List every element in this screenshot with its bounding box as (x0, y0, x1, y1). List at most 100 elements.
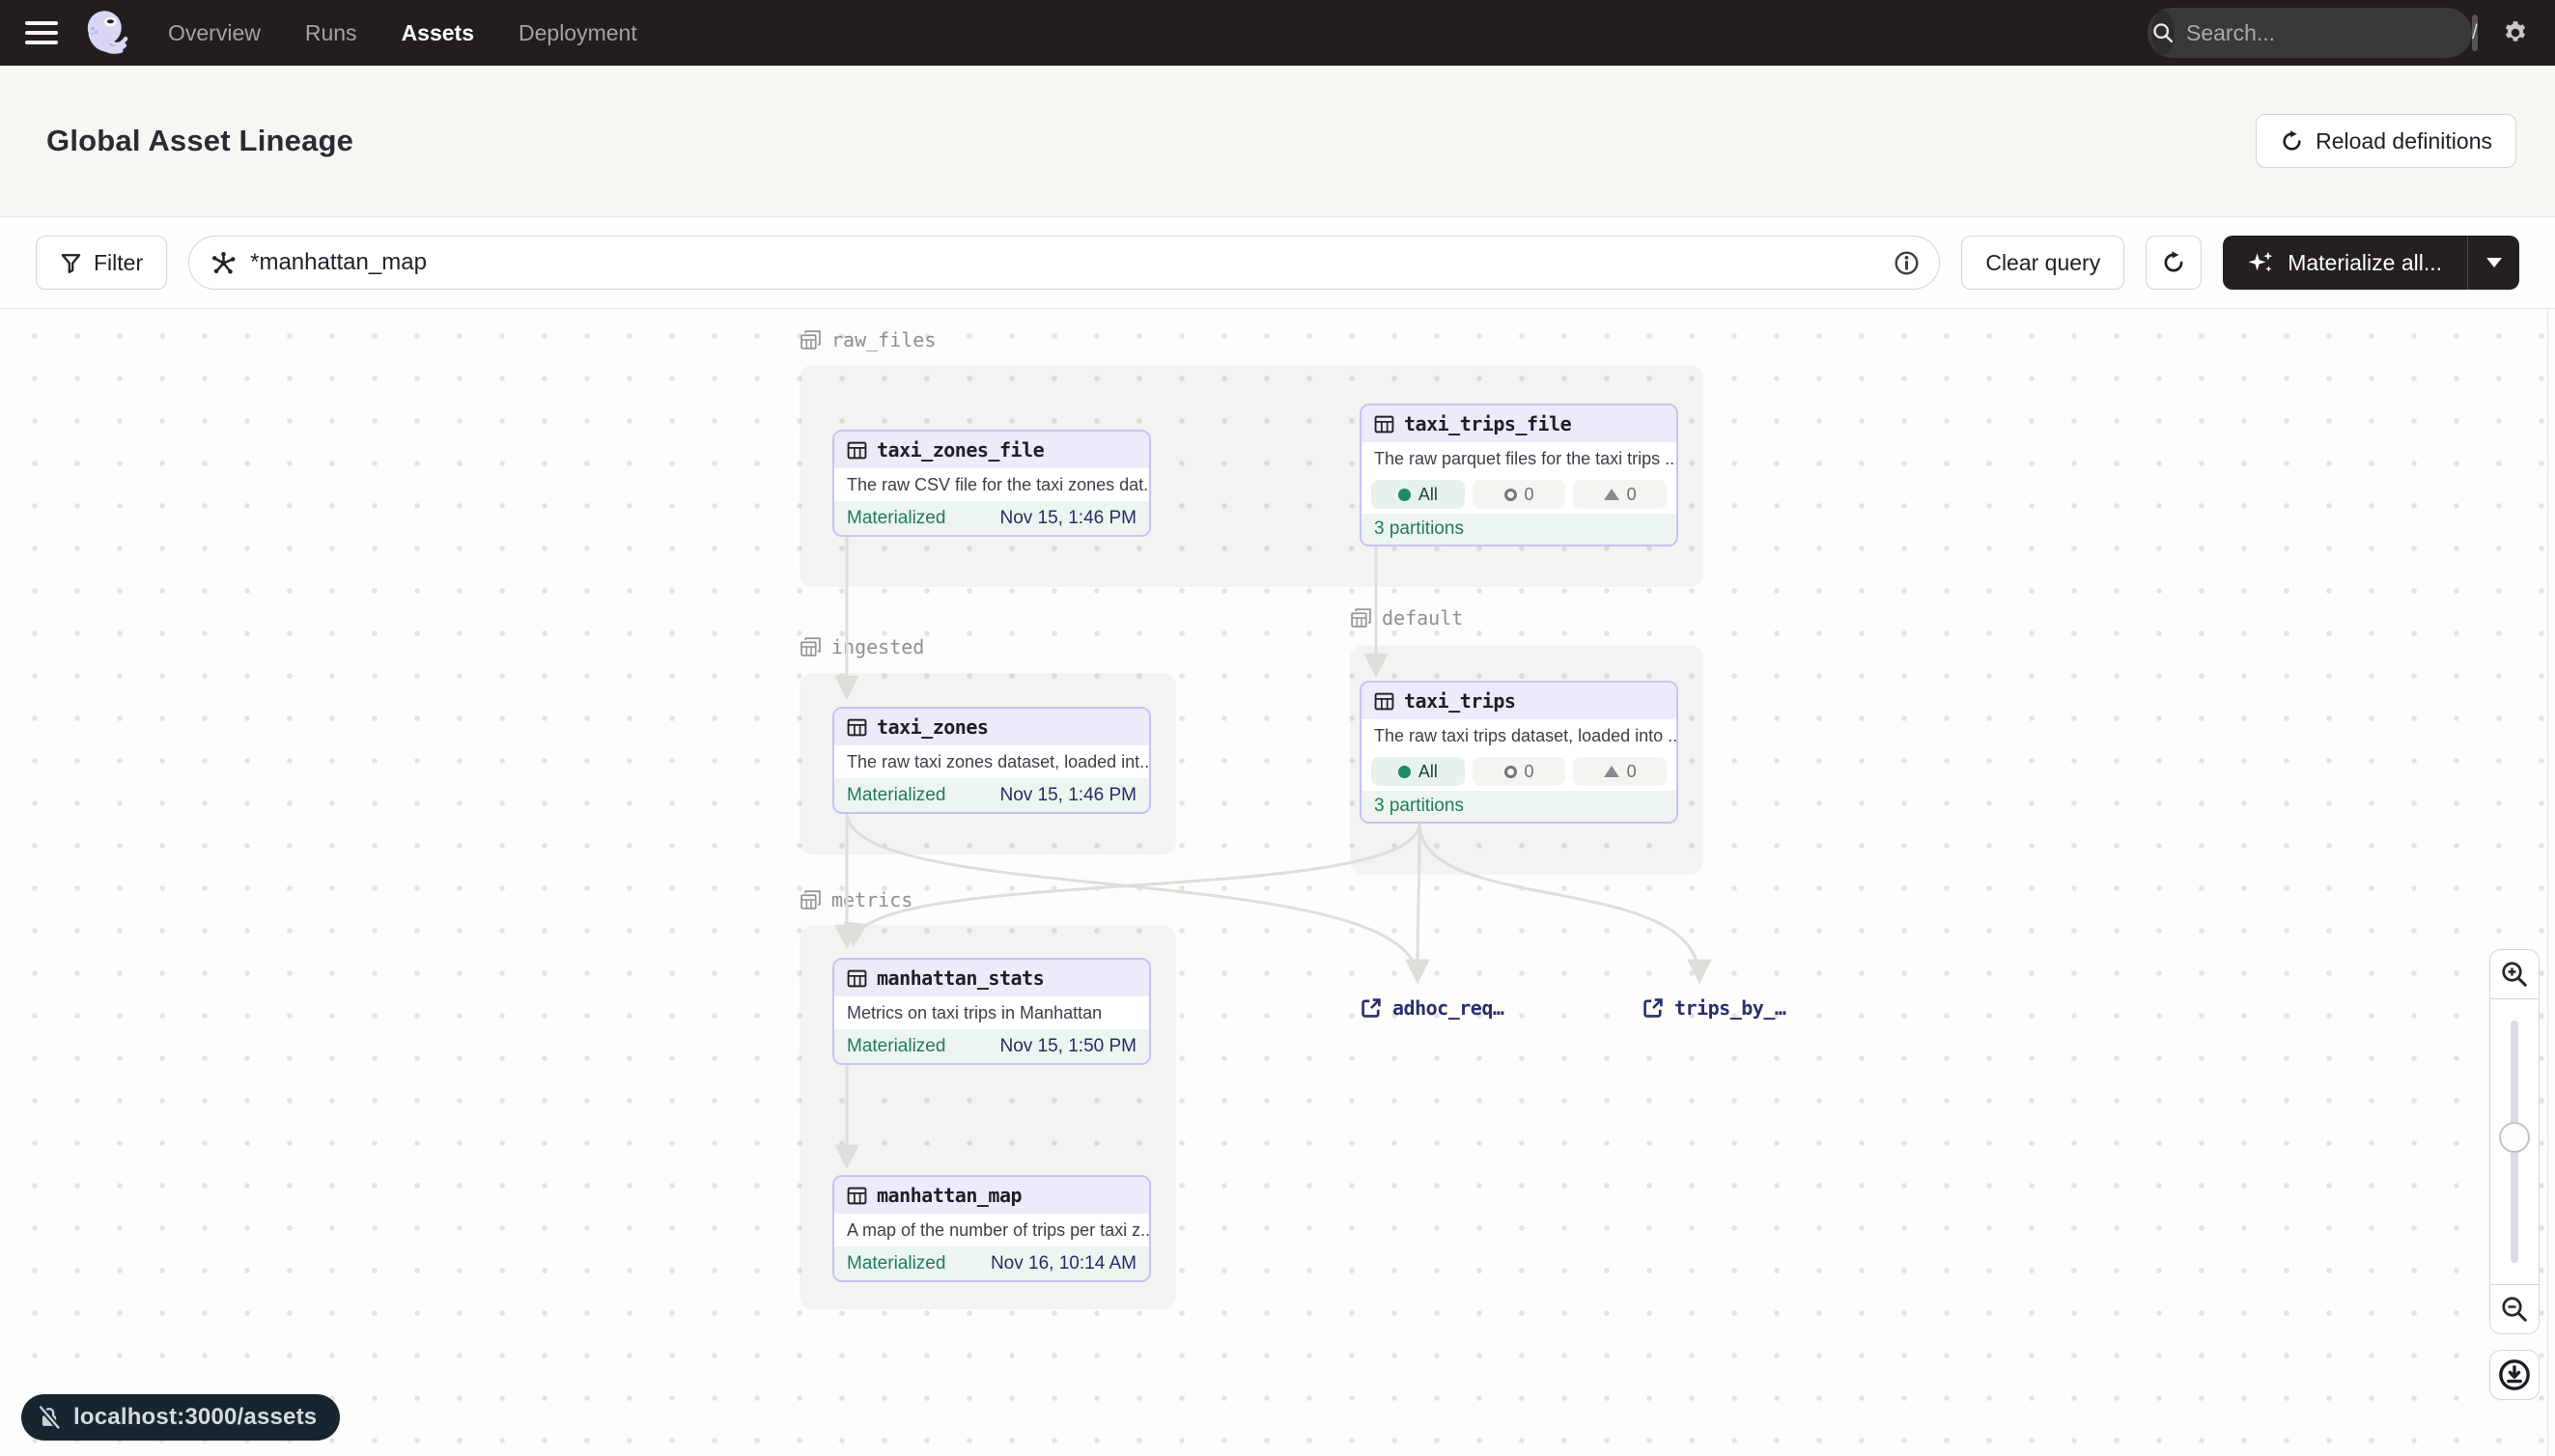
browser-status-bubble: localhost:3000/assets (21, 1394, 340, 1441)
scrollbar-track[interactable] (2547, 309, 2548, 1456)
zoom-slider[interactable] (2489, 998, 2540, 1285)
asset-selection-input-wrapper[interactable] (188, 236, 1940, 290)
partitions-count-label: 3 partitions (1362, 791, 1676, 822)
primary-nav: Overview Runs Assets Deployment (168, 20, 637, 46)
top-navigation-bar: Overview Runs Assets Deployment / (0, 0, 2555, 66)
external-link-icon (1642, 996, 1665, 1020)
materialized-label: Materialized (847, 1253, 945, 1274)
group-label-ingested[interactable]: ingested (800, 635, 924, 658)
nav-runs[interactable]: Runs (305, 20, 357, 46)
sparkle-icon (2248, 250, 2274, 276)
insecure-lock-icon (37, 1405, 62, 1430)
partition-badges: All 0 0 (1362, 475, 1676, 514)
materialized-label: Materialized (847, 1036, 945, 1057)
asset-name: taxi_zones (877, 715, 988, 739)
partitions-all-badge[interactable]: All (1371, 480, 1465, 509)
triangle-icon (1604, 766, 1619, 777)
zoom-out-button[interactable] (2489, 1284, 2540, 1334)
page-title: Global Asset Lineage (46, 124, 353, 158)
partitions-all-badge[interactable]: All (1371, 757, 1465, 786)
materialize-all-button[interactable]: Materialize all... (2223, 236, 2467, 290)
asset-node-manhattan-map[interactable]: manhattan_map A map of the number of tri… (832, 1175, 1151, 1282)
asset-group-icon (800, 636, 822, 658)
table-icon (847, 717, 867, 738)
refresh-icon (2161, 250, 2186, 275)
partitions-inprogress-badge[interactable]: 0 (1573, 757, 1667, 786)
table-icon (847, 440, 867, 461)
materialize-options-dropdown[interactable] (2467, 236, 2519, 290)
table-icon (1374, 691, 1394, 712)
asset-lineage-canvas[interactable]: raw_files ingested default metrics (0, 309, 2555, 1456)
dagster-logo-icon[interactable] (79, 6, 133, 60)
table-icon (847, 1186, 867, 1206)
partition-badges: All 0 0 (1362, 752, 1676, 791)
external-asset-trips-by[interactable]: trips_by_… (1642, 996, 1785, 1020)
asset-node-manhattan-stats[interactable]: manhattan_stats Metrics on taxi trips in… (832, 958, 1151, 1065)
op-selector-graph-icon (211, 250, 237, 276)
asset-group-icon (800, 329, 822, 351)
materialized-timestamp: Nov 15, 1:46 PM (999, 508, 1137, 529)
asset-status-row: Materialized Nov 16, 10:14 AM (834, 1246, 1149, 1280)
asset-name: taxi_zones_file (877, 438, 1044, 462)
search-input[interactable] (2175, 20, 2472, 46)
partitions-failed-badge[interactable]: 0 (1473, 480, 1566, 509)
status-url-text: localhost:3000/assets (73, 1404, 317, 1431)
filter-funnel-icon (60, 252, 82, 274)
success-dot-icon (1398, 489, 1411, 501)
asset-name: taxi_trips (1404, 689, 1515, 713)
ring-icon (1504, 766, 1517, 778)
reload-definitions-button[interactable]: Reload definitions (2256, 114, 2516, 168)
asset-description: The raw taxi zones dataset, loaded int..… (834, 745, 1149, 778)
asset-node-taxi-zones[interactable]: taxi_zones The raw taxi zones dataset, l… (832, 707, 1151, 814)
lineage-toolbar: Filter Clear query Materialize all... (0, 217, 2555, 309)
asset-status-row: Materialized Nov 15, 1:50 PM (834, 1029, 1149, 1063)
ring-icon (1504, 489, 1517, 501)
materialize-all-split-button: Materialize all... (2223, 236, 2519, 290)
refresh-icon (2280, 129, 2304, 154)
zoom-slider-thumb[interactable] (2499, 1122, 2530, 1153)
download-image-button[interactable] (2489, 1350, 2540, 1400)
materialized-label: Materialized (847, 785, 945, 806)
asset-node-taxi-trips[interactable]: taxi_trips The raw taxi trips dataset, l… (1360, 681, 1678, 824)
asset-group-icon (1350, 607, 1372, 630)
materialized-timestamp: Nov 15, 1:50 PM (999, 1036, 1137, 1057)
zoom-out-icon (2500, 1295, 2529, 1324)
external-link-icon (1360, 996, 1383, 1020)
asset-selection-input[interactable] (250, 249, 1880, 276)
asset-description: The raw CSV file for the taxi zones dat.… (834, 468, 1149, 501)
external-asset-adhoc-request[interactable]: adhoc_req… (1360, 996, 1503, 1020)
asset-description: A map of the number of trips per taxi z.… (834, 1214, 1149, 1246)
asset-status-row: Materialized Nov 15, 1:46 PM (834, 501, 1149, 535)
asset-name: taxi_trips_file (1404, 412, 1571, 435)
success-dot-icon (1398, 766, 1411, 778)
partitions-failed-badge[interactable]: 0 (1473, 757, 1566, 786)
asset-name: manhattan_map (877, 1184, 1022, 1207)
asset-node-taxi-zones-file[interactable]: taxi_zones_file The raw CSV file for the… (832, 430, 1151, 537)
group-label-metrics[interactable]: metrics (800, 888, 912, 911)
asset-node-taxi-trips-file[interactable]: taxi_trips_file The raw parquet files fo… (1360, 404, 1678, 546)
filter-button[interactable]: Filter (36, 236, 167, 290)
query-info-icon[interactable] (1894, 250, 1920, 276)
group-label-default[interactable]: default (1350, 606, 1463, 630)
table-icon (847, 968, 867, 989)
nav-assets[interactable]: Assets (402, 20, 474, 46)
triangle-icon (1604, 489, 1619, 500)
materialized-timestamp: Nov 16, 10:14 AM (991, 1253, 1137, 1274)
partitions-count-label: 3 partitions (1362, 514, 1676, 545)
clear-query-button[interactable]: Clear query (1961, 236, 2124, 290)
page-header: Global Asset Lineage Reload definitions (0, 66, 2555, 217)
asset-description: The raw taxi trips dataset, loaded into … (1362, 719, 1676, 752)
nav-deployment[interactable]: Deployment (519, 20, 637, 46)
partitions-inprogress-badge[interactable]: 0 (1573, 480, 1667, 509)
asset-description: Metrics on taxi trips in Manhattan (834, 996, 1149, 1029)
asset-name: manhattan_stats (877, 966, 1044, 990)
refresh-graph-button[interactable] (2146, 236, 2202, 290)
settings-gear-icon[interactable] (2501, 18, 2530, 47)
materialized-timestamp: Nov 15, 1:46 PM (999, 785, 1137, 806)
zoom-in-button[interactable] (2489, 949, 2540, 999)
group-label-raw-files[interactable]: raw_files (800, 328, 936, 351)
global-search[interactable]: / (2148, 8, 2472, 58)
asset-group-icon (800, 889, 822, 911)
menu-icon[interactable] (25, 21, 58, 44)
nav-overview[interactable]: Overview (168, 20, 261, 46)
